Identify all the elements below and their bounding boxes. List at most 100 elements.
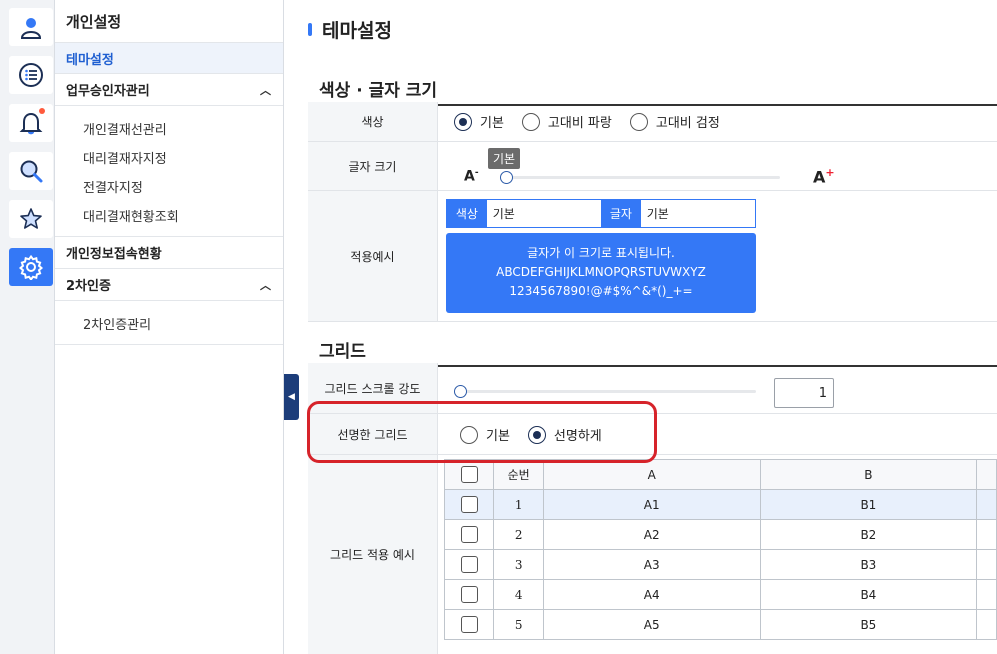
row-checkbox[interactable] (460, 586, 478, 603)
submenu-group-label: 업무승인자관리 (66, 84, 150, 99)
settings-submenu: 개인설정 테마설정 업무승인자관리 ︿ 개인결재선관리 대리결재자지정 전결자지… (55, 0, 284, 654)
row-label: 그리드 적용 예시 (308, 455, 438, 654)
chip-color-key: 색상 (447, 200, 487, 227)
cell-b: B1 (759, 489, 978, 520)
table-row[interactable]: 5 A5 B5 (443, 609, 997, 640)
row-content: 기본 선명하게 (438, 414, 997, 454)
sharp-grid-radio-group: 기본 선명하게 (460, 425, 620, 444)
header-no: 순번 (493, 459, 544, 490)
chevron-up-icon: ︿ (260, 83, 271, 97)
submenu-group-2fa[interactable]: 2차인증 ︿ (55, 269, 283, 301)
row-checkbox[interactable] (460, 496, 478, 513)
cell-a: A4 (542, 579, 761, 610)
cell-no: 4 (493, 579, 544, 610)
row-label: 색상 (308, 102, 438, 141)
header-b: B (759, 459, 978, 490)
search-icon (20, 160, 43, 183)
font-size-slider-thumb[interactable] (500, 171, 513, 184)
cell-no: 1 (493, 489, 544, 520)
chip-font-value: 기본 (640, 200, 755, 227)
font-size-slider-track[interactable] (500, 176, 780, 179)
submenu-item-personal-approval-line[interactable]: 개인결재선관리 (55, 114, 283, 143)
submenu-item-proxy-approval-status[interactable]: 대리결재현황조회 (55, 201, 283, 230)
submenu-group-label: 2차인증 (66, 279, 111, 294)
star-icon (20, 208, 42, 229)
rail-user-button[interactable] (9, 8, 53, 46)
grid-scroll-slider-track[interactable] (458, 390, 756, 393)
row-label: 그리드 스크롤 강도 (308, 363, 438, 413)
radio-color-high-contrast-black[interactable]: 고대비 검정 (629, 112, 720, 131)
row-checkbox[interactable] (460, 616, 478, 633)
font-min-letter: A (464, 168, 475, 185)
radio-color-high-contrast-blue[interactable]: 고대비 파랑 (521, 112, 612, 131)
row-label: 적용예시 (308, 191, 438, 321)
collapse-sidebar-button[interactable]: ◀ (284, 374, 299, 420)
grid-example-table: 순번 A B 1 A1 B1 2 A2 B2 3 A3 B3 4 A4 B4 5… (443, 459, 997, 640)
cell-b: B4 (759, 579, 978, 610)
cell-extra (976, 489, 997, 520)
submenu-group-approver-items: 개인결재선관리 대리결재자지정 전결자지정 대리결재현황조회 (55, 106, 283, 237)
rail-settings-button[interactable] (9, 248, 53, 286)
radio-indicator (460, 425, 478, 444)
submenu-group-label: 개인정보접속현황 (66, 247, 162, 262)
radio-label: 고대비 검정 (655, 116, 720, 131)
cell-b: B3 (759, 549, 978, 580)
icon-rail (0, 0, 55, 654)
rail-notification-button[interactable] (9, 104, 53, 142)
radio-grid-default[interactable]: 기본 (460, 425, 510, 444)
submenu-group-privacy-access[interactable]: 개인정보접속현황 (55, 237, 283, 269)
row-checkbox[interactable] (460, 526, 478, 543)
page-title-text: 테마설정 (322, 20, 392, 42)
submenu-item-proxy-approver[interactable]: 대리결재자지정 (55, 143, 283, 172)
row-preview: 적용예시 색상 기본 글자 기본 글자가 이 크기로 표시됩니다. ABCDEF… (308, 191, 997, 322)
submenu-title: 개인설정 (55, 0, 283, 43)
main-content: 테마설정 색상 · 글자 크기 색상 기본 고대비 파랑 고대비 검정 글자 크… (300, 0, 997, 654)
font-min-sign: - (474, 168, 479, 178)
cell-a: A5 (542, 609, 761, 640)
select-all-checkbox[interactable] (460, 466, 478, 483)
submenu-group-approver[interactable]: 업무승인자관리 ︿ (55, 74, 283, 106)
list-icon (19, 63, 43, 87)
font-max-sign: + (825, 166, 835, 179)
table-row[interactable]: 2 A2 B2 (443, 519, 997, 550)
radio-grid-sharp[interactable]: 선명하게 (527, 425, 602, 444)
table-row[interactable]: 3 A3 B3 (443, 549, 997, 580)
table-row[interactable]: 1 A1 B1 (443, 489, 997, 520)
cell-a: A2 (542, 519, 761, 550)
rail-list-button[interactable] (9, 56, 53, 94)
radio-label: 기본 (486, 429, 510, 444)
font-max-letter: A (813, 167, 826, 187)
grid-scroll-slider-thumb[interactable] (454, 385, 467, 398)
caret-left-icon: ◀ (288, 392, 295, 402)
cell-b: B5 (759, 609, 978, 640)
submenu-group-2fa-items: 2차인증관리 (55, 301, 283, 345)
cell-no: 5 (493, 609, 544, 640)
cell-extra (976, 549, 997, 580)
submenu-item-2fa-manage[interactable]: 2차인증관리 (55, 309, 283, 338)
rail-favorite-button[interactable] (9, 200, 53, 238)
row-grid-scroll: 그리드 스크롤 강도 1 (308, 363, 997, 414)
table-header-row: 순번 A B (443, 459, 997, 490)
row-sharp-grid: 선명한 그리드 기본 선명하게 (308, 414, 997, 455)
rail-search-button[interactable] (9, 152, 53, 190)
grid-scroll-input[interactable]: 1 (774, 378, 834, 408)
page-title: 테마설정 (308, 16, 392, 43)
row-color: 색상 기본 고대비 파랑 고대비 검정 (308, 102, 997, 142)
row-label: 선명한 그리드 (308, 414, 438, 454)
submenu-item-delegate-approver[interactable]: 전결자지정 (55, 172, 283, 201)
row-content: 1 (438, 363, 997, 413)
user-icon (20, 18, 42, 39)
cell-b: B2 (759, 519, 978, 550)
preview-line: 글자가 이 크기로 표시됩니다. (527, 246, 675, 260)
radio-color-default[interactable]: 기본 (454, 112, 504, 131)
radio-indicator (527, 425, 546, 444)
color-radio-group: 기본 고대비 파랑 고대비 검정 (454, 112, 738, 131)
row-checkbox[interactable] (460, 556, 478, 573)
table-row[interactable]: 4 A4 B4 (443, 579, 997, 610)
notification-dot (39, 108, 45, 114)
preview-line: 1234567890!@#$%^&*()_+= (509, 284, 693, 298)
cell-a: A1 (542, 489, 761, 520)
row-checkbox-cell (443, 489, 495, 520)
submenu-item-theme[interactable]: 테마설정 (55, 43, 283, 74)
row-checkbox-cell (443, 579, 495, 610)
